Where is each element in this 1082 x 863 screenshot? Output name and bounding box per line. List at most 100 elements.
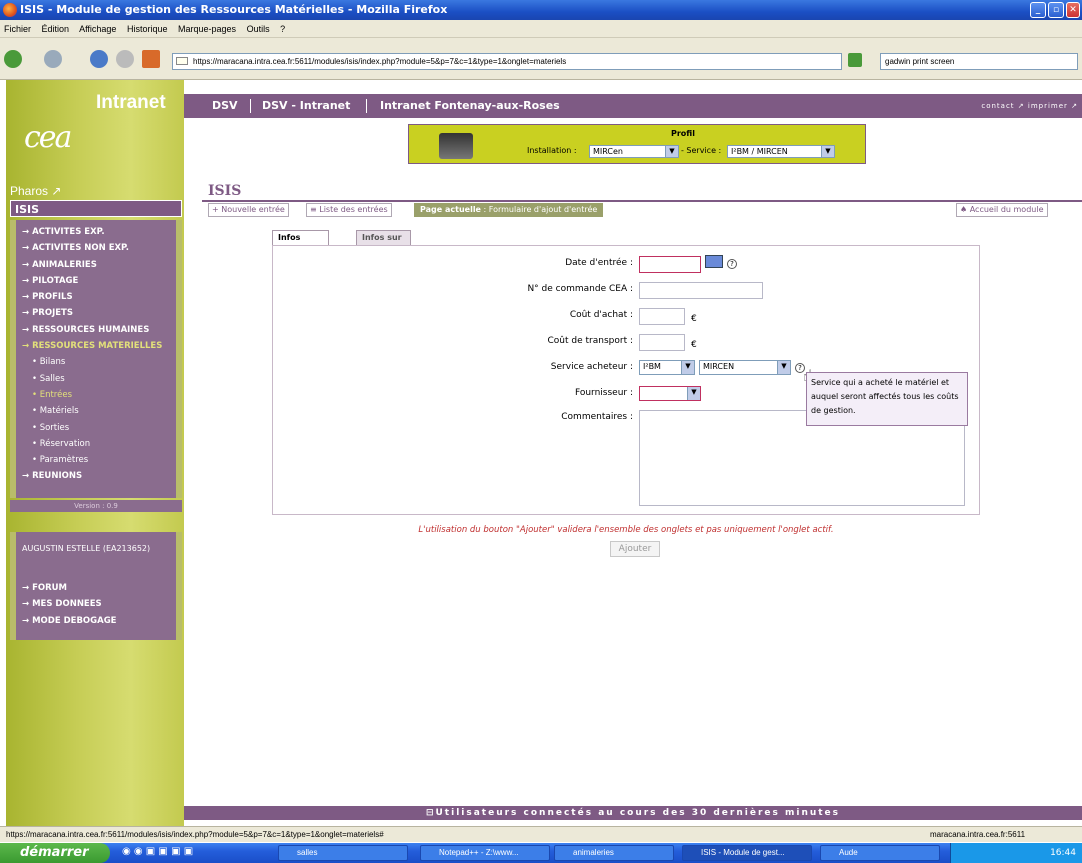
clock: 16:44 <box>1050 848 1076 858</box>
transport-cost-input[interactable] <box>639 334 685 351</box>
sidebar-item-mes-donnees[interactable]: → MES DONNEES <box>16 596 176 612</box>
order-number-label: N° de commande CEA : <box>527 284 633 294</box>
reload-icon[interactable] <box>90 50 108 68</box>
tab-infos-generales[interactable]: Infos générales <box>272 230 329 256</box>
buyer-service-label: Service acheteur : <box>550 362 633 372</box>
header-separator <box>366 99 367 113</box>
sidebar-item-profils[interactable]: → PROFILS <box>16 289 176 305</box>
header-link-dsv[interactable]: DSV <box>212 94 238 118</box>
sidebar-menu: → ACTIVITES EXP. → ACTIVITES NON EXP. → … <box>10 220 182 498</box>
sidebar-item-entrees[interactable]: • Entrées <box>16 387 176 403</box>
installation-value: MIRCen <box>593 147 623 156</box>
buyer-service-select-1[interactable]: I²BM ▼ <box>639 360 695 375</box>
sidebar-section-isis: ISIS <box>10 200 182 217</box>
chevron-down-icon: ▼ <box>777 361 790 374</box>
supplier-select[interactable]: ▼ <box>639 386 701 401</box>
menu-historique[interactable]: Historique <box>127 24 168 34</box>
page-title: ISIS <box>208 183 242 199</box>
current-page-value: : Formulaire d'ajout d'entrée <box>480 205 598 214</box>
list-entries-button[interactable]: ≡ Liste des entrées <box>306 203 392 217</box>
sidebar-item-pilotage[interactable]: → PILOTAGE <box>16 273 176 289</box>
sidebar-item-materiels[interactable]: • Matériels <box>16 403 176 419</box>
add-button[interactable]: Ajouter <box>610 541 660 557</box>
comments-label: Commentaires : <box>561 412 633 422</box>
header-link-dsv-intranet[interactable]: DSV - Intranet <box>262 94 350 118</box>
home-icon[interactable] <box>142 50 160 68</box>
sidebar: cea Intranet Pharos ↗ ISIS → ACTIVITES E… <box>6 80 184 826</box>
sidebar-item-ressources-materielles[interactable]: → RESSOURCES MATERIELLES <box>16 338 176 354</box>
cea-logo[interactable]: cea <box>24 118 72 158</box>
pharos-link[interactable]: Pharos ↗ <box>10 184 61 198</box>
connected-users-bar[interactable]: ⊟Utilisateurs connectés au cours des 30 … <box>184 806 1082 820</box>
help-icon[interactable]: ? <box>727 259 737 269</box>
browser-navbar: https://maracana.intra.cea.fr:5611/modul… <box>0 38 1082 80</box>
back-icon[interactable] <box>4 50 22 68</box>
sidebar-item-reservation[interactable]: • Réservation <box>16 436 176 452</box>
task-aude[interactable]: Aude <box>820 845 940 861</box>
purchase-cost-label: Coût d'achat : <box>569 310 633 320</box>
start-label: démarrer <box>20 845 89 860</box>
date-input[interactable] <box>639 256 701 273</box>
task-animaleries[interactable]: animaleries <box>554 845 674 861</box>
calendar-icon[interactable] <box>705 255 723 268</box>
purchase-cost-input[interactable] <box>639 308 685 325</box>
sidebar-item-parametres[interactable]: • Paramètres <box>16 452 176 468</box>
search-field[interactable]: gadwin print screen <box>880 53 1078 70</box>
date-label: Date d'entrée : <box>565 258 633 268</box>
new-entry-button[interactable]: + Nouvelle entrée <box>208 203 289 217</box>
intranet-label[interactable]: Intranet <box>96 92 166 114</box>
sidebar-item-mode-debogage[interactable]: → MODE DEBOGAGE <box>16 613 176 629</box>
site-icon <box>176 57 188 65</box>
menu-marque-pages[interactable]: Marque-pages <box>178 24 236 34</box>
maximize-button[interactable]: ▫ <box>1048 2 1064 18</box>
sidebar-item-ressources-humaines[interactable]: → RESSOURCES HUMAINES <box>16 322 176 338</box>
logo-area: cea Intranet <box>6 92 184 178</box>
sidebar-item-activites-non-exp[interactable]: → ACTIVITES NON EXP. <box>16 240 176 256</box>
start-button[interactable]: démarrer <box>0 843 110 863</box>
contact-print-links[interactable]: contact ↗ imprimer ↗ <box>981 94 1078 118</box>
menu-affichage[interactable]: Affichage <box>79 24 116 34</box>
sidebar-item-salles[interactable]: • Salles <box>16 371 176 387</box>
module-home-button[interactable]: ♠ Accueil du module <box>956 203 1048 217</box>
installation-label: Installation : <box>527 146 577 155</box>
search-text: gadwin print screen <box>885 57 955 66</box>
menu-fichier[interactable]: Fichier <box>4 24 31 34</box>
chevron-down-icon: ▼ <box>687 387 700 400</box>
task-isis[interactable]: ISIS - Module de gest... <box>682 845 812 861</box>
sidebar-item-activites-exp[interactable]: → ACTIVITES EXP. <box>16 224 176 240</box>
minimize-button[interactable]: _ <box>1030 2 1046 18</box>
url-field[interactable]: https://maracana.intra.cea.fr:5611/modul… <box>172 53 842 70</box>
status-url: https://maracana.intra.cea.fr:5611/modul… <box>6 830 384 839</box>
forward-icon[interactable] <box>44 50 62 68</box>
sidebar-item-forum[interactable]: → FORUM <box>16 580 176 596</box>
help-tooltip: Service qui a acheté le matériel et auqu… <box>806 372 968 426</box>
menu-aide[interactable]: ? <box>280 24 285 34</box>
tab-infos-materiels[interactable]: Infos sur les matériels <box>356 230 411 270</box>
quicklaunch-icons[interactable]: ◉ ◉ ▣ ▣ ▣ ▣ <box>122 846 242 860</box>
order-number-input[interactable] <box>639 282 763 299</box>
sidebar-item-bilans[interactable]: • Bilans <box>16 354 176 370</box>
header-link-fontenay[interactable]: Intranet Fontenay-aux-Roses <box>380 94 560 118</box>
close-button[interactable]: ✕ <box>1066 2 1080 18</box>
current-page-indicator: Page actuelle : Formulaire d'ajout d'ent… <box>414 203 604 217</box>
task-notepad[interactable]: Notepad++ - Z:\www... <box>420 845 550 861</box>
go-icon[interactable] <box>848 53 862 67</box>
sidebar-item-projets[interactable]: → PROJETS <box>16 305 176 321</box>
installation-select[interactable]: MIRCen ▼ <box>589 145 679 158</box>
menu-edition[interactable]: Édition <box>42 24 70 34</box>
buyer-service-select-2[interactable]: MIRCEN ▼ <box>699 360 791 375</box>
sidebar-item-sorties[interactable]: • Sorties <box>16 420 176 436</box>
sidebar-item-reunions[interactable]: → REUNIONS <box>16 468 176 484</box>
sidebar-item-animaleries[interactable]: → ANIMALERIES <box>16 257 176 273</box>
user-box: AUGUSTIN ESTELLE (EA213652) → FORUM → ME… <box>10 532 182 640</box>
profil-title: Profil <box>671 129 695 138</box>
stop-icon[interactable] <box>116 50 134 68</box>
site-header: DSV DSV - Intranet Intranet Fontenay-aux… <box>184 94 1082 118</box>
supplier-label: Fournisseur : <box>574 388 633 398</box>
url-text: https://maracana.intra.cea.fr:5611/modul… <box>193 57 567 66</box>
title-divider <box>202 200 1082 202</box>
menu-outils[interactable]: Outils <box>247 24 270 34</box>
service-select[interactable]: I²BM / MIRCEN ▼ <box>727 145 835 158</box>
firefox-icon <box>3 3 17 17</box>
task-salles[interactable]: salles <box>278 845 408 861</box>
